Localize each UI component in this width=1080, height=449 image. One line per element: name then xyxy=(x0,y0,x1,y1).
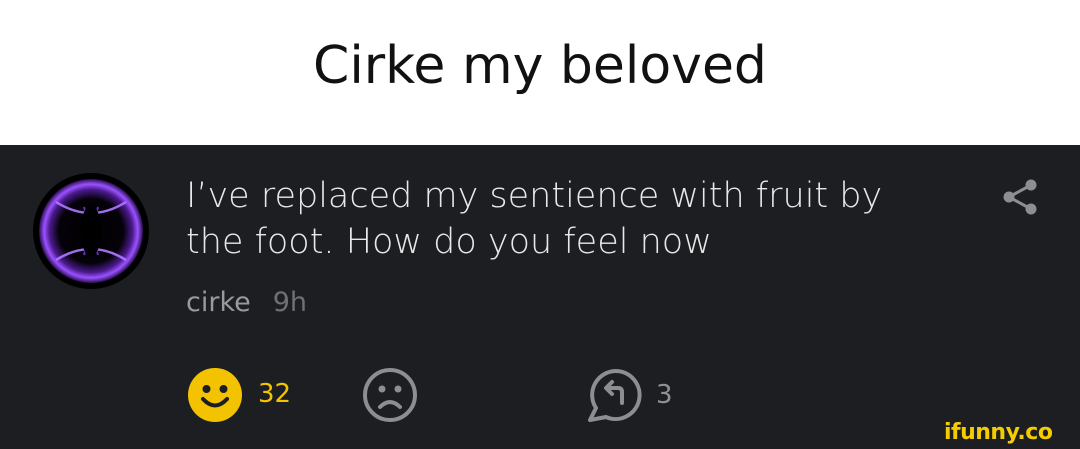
comment-time: 9h xyxy=(272,287,308,318)
reply-icon xyxy=(588,368,642,422)
unsmile-button[interactable] xyxy=(362,367,418,423)
smile-icon xyxy=(188,368,242,422)
reply-count: 3 xyxy=(656,380,673,410)
smile-count: 32 xyxy=(258,379,292,409)
ifunny-watermark: ifunny.co xyxy=(944,420,1053,445)
meme-caption-header: Cirke my beloved xyxy=(0,0,1080,145)
comment-card: I’ve replaced my sentience with fruit by… xyxy=(0,145,1080,449)
comment-meta: cirke 9h xyxy=(186,287,307,318)
avatar[interactable] xyxy=(32,172,150,290)
smile-button[interactable] xyxy=(187,367,243,423)
share-icon xyxy=(1003,179,1037,215)
meme-caption-title: Cirke my beloved xyxy=(313,35,767,96)
reply-button[interactable] xyxy=(584,365,646,427)
author-name[interactable]: cirke xyxy=(186,287,251,318)
share-button[interactable] xyxy=(1000,177,1040,217)
purple-portal-avatar-icon xyxy=(33,173,149,289)
comment-text: I’ve replaced my sentience with fruit by… xyxy=(186,176,883,262)
comment-actions: 32 3 xyxy=(0,363,1080,423)
frown-icon xyxy=(363,368,417,422)
